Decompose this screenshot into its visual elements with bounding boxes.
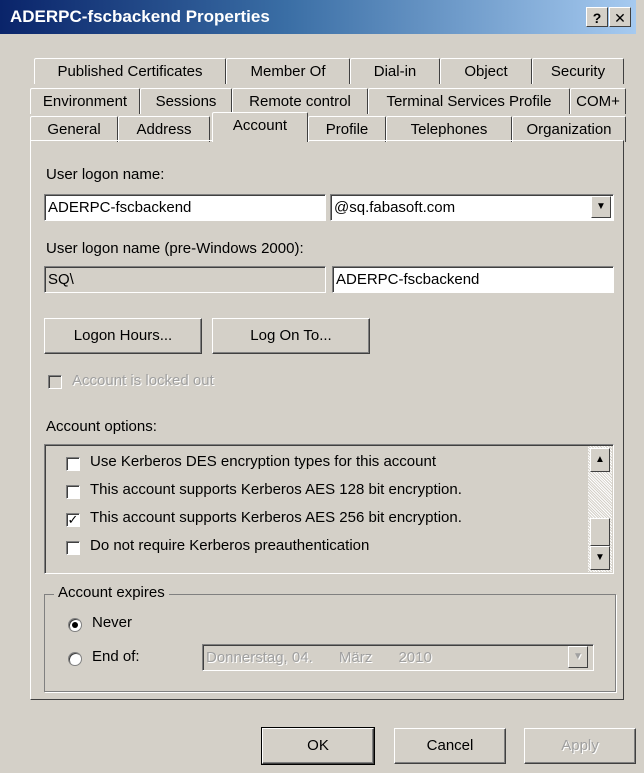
pre2000-logon-input[interactable]: ADERPC-fscbackend <box>332 266 614 293</box>
tab-object[interactable]: Object <box>440 58 532 84</box>
upn-suffix-value: @sq.fabasoft.com <box>334 199 456 216</box>
help-button[interactable]: ? <box>586 7 608 27</box>
date-dropdown-icon: ▼ <box>568 646 588 668</box>
account-expires-label: Account expires <box>54 584 169 601</box>
tab-dial-in[interactable]: Dial-in <box>350 58 440 84</box>
scrollbar-thumb[interactable] <box>590 518 610 546</box>
account-options-label: Account options: <box>46 418 157 435</box>
upn-suffix-select[interactable]: @sq.fabasoft.com <box>330 194 614 221</box>
expiry-date-month: März <box>338 649 373 666</box>
tab-account[interactable]: Account <box>212 112 308 142</box>
tab-telephones[interactable]: Telephones <box>386 116 512 142</box>
tab-profile[interactable]: Profile <box>308 116 386 142</box>
option-checkbox-preauth[interactable] <box>66 541 80 555</box>
expiry-date-year: 2010 <box>398 649 432 666</box>
chevron-down-icon[interactable]: ▼ <box>591 196 611 218</box>
option-checkbox-aes256[interactable]: ✓ <box>66 513 80 527</box>
pre2000-domain-field: SQ\ <box>44 266 326 293</box>
tab-sessions[interactable]: Sessions <box>140 88 232 114</box>
expiry-date-picker: Donnerstag, 04. März 2010 <box>202 644 594 671</box>
apply-button[interactable]: Apply <box>524 728 636 764</box>
tab-environment[interactable]: Environment <box>30 88 140 114</box>
log-on-to-button[interactable]: Log On To... <box>212 318 370 354</box>
locked-out-label: Account is locked out <box>72 372 214 389</box>
option-checkbox-des[interactable] <box>66 457 80 471</box>
close-button[interactable]: ✕ <box>609 7 631 27</box>
end-of-label: End of: <box>92 648 140 665</box>
option-label-aes128: This account supports Kerberos AES 128 b… <box>90 481 462 498</box>
option-label-preauth: Do not require Kerberos preauthenticatio… <box>90 537 370 554</box>
option-label-des: Use Kerberos DES encryption types for th… <box>90 453 436 470</box>
end-of-radio[interactable] <box>68 652 82 666</box>
never-label: Never <box>92 614 133 631</box>
option-checkbox-aes128[interactable] <box>66 485 80 499</box>
option-label-aes256: This account supports Kerberos AES 256 b… <box>90 509 462 526</box>
window-title: ADERPC-fscbackend Properties <box>10 7 270 26</box>
cancel-button[interactable]: Cancel <box>394 728 506 764</box>
scroll-down-icon[interactable]: ▼ <box>590 546 610 570</box>
ok-button[interactable]: OK <box>261 727 375 765</box>
properties-dialog: ADERPC-fscbackend Properties ? ✕ Publish… <box>0 0 644 773</box>
title-bar[interactable]: ADERPC-fscbackend Properties <box>0 0 636 34</box>
tab-organization[interactable]: Organization <box>512 116 626 142</box>
tab-general[interactable]: General <box>30 116 118 142</box>
tab-remote-control[interactable]: Remote control <box>232 88 368 114</box>
locked-out-checkbox[interactable] <box>48 375 62 389</box>
expiry-date-day: Donnerstag, 04. <box>206 649 313 666</box>
logon-name-label: User logon name: <box>46 166 165 183</box>
logon-name-input[interactable]: ADERPC-fscbackend <box>44 194 326 221</box>
pre2000-logon-label: User logon name (pre-Windows 2000): <box>46 240 304 257</box>
tab-terminal-services-profile[interactable]: Terminal Services Profile <box>368 88 570 114</box>
tab-security[interactable]: Security <box>532 58 624 84</box>
tab-member-of[interactable]: Member Of <box>226 58 350 84</box>
logon-hours-button[interactable]: Logon Hours... <box>44 318 202 354</box>
never-radio[interactable] <box>68 618 82 632</box>
tab-address[interactable]: Address <box>118 116 210 142</box>
tab-published-certificates[interactable]: Published Certificates <box>34 58 226 84</box>
scroll-up-icon[interactable]: ▲ <box>590 448 610 472</box>
tab-com-plus[interactable]: COM+ <box>570 88 626 114</box>
account-expires-group <box>44 594 616 692</box>
